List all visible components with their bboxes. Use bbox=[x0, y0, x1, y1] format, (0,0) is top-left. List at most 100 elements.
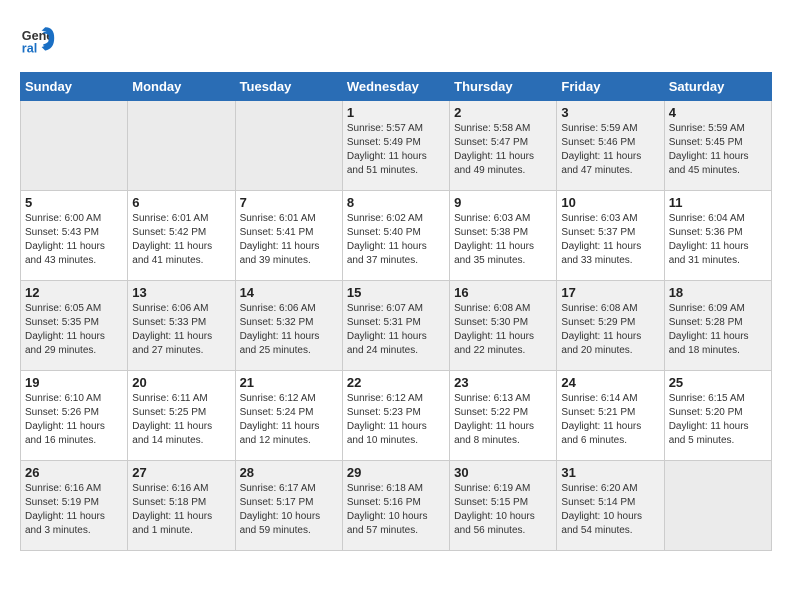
day-number: 18 bbox=[669, 285, 767, 300]
weekday-header-wednesday: Wednesday bbox=[342, 73, 449, 101]
day-number: 28 bbox=[240, 465, 338, 480]
day-number: 20 bbox=[132, 375, 230, 390]
day-info: Sunrise: 6:01 AM Sunset: 5:41 PM Dayligh… bbox=[240, 212, 338, 268]
calendar-week-row: 5 Sunrise: 6:00 AM Sunset: 5:43 PM Daylig… bbox=[21, 191, 772, 281]
day-number: 25 bbox=[669, 375, 767, 390]
day-info: Sunrise: 5:59 AM Sunset: 5:46 PM Dayligh… bbox=[561, 122, 659, 178]
calendar-cell: 25 Sunrise: 6:15 AM Sunset: 5:20 PM Dayli… bbox=[664, 371, 771, 461]
day-number: 17 bbox=[561, 285, 659, 300]
logo-icon: Gene ral bbox=[20, 20, 56, 56]
calendar-cell: 8 Sunrise: 6:02 AM Sunset: 5:40 PM Daylig… bbox=[342, 191, 449, 281]
day-info: Sunrise: 6:16 AM Sunset: 5:19 PM Dayligh… bbox=[25, 482, 123, 538]
calendar-cell: 31Sunrise: 6:20 AM Sunset: 5:14 PM Dayli… bbox=[557, 461, 664, 551]
calendar-cell bbox=[664, 461, 771, 551]
day-info: Sunrise: 6:10 AM Sunset: 5:26 PM Dayligh… bbox=[25, 392, 123, 448]
day-number: 31 bbox=[561, 465, 659, 480]
day-number: 5 bbox=[25, 195, 123, 210]
calendar-cell: 11 Sunrise: 6:04 AM Sunset: 5:36 PM Dayli… bbox=[664, 191, 771, 281]
calendar-cell: 21 Sunrise: 6:12 AM Sunset: 5:24 PM Dayli… bbox=[235, 371, 342, 461]
day-number: 27 bbox=[132, 465, 230, 480]
day-number: 9 bbox=[454, 195, 552, 210]
svg-text:ral: ral bbox=[22, 41, 37, 55]
calendar-cell bbox=[235, 101, 342, 191]
day-number: 22 bbox=[347, 375, 445, 390]
weekday-header-saturday: Saturday bbox=[664, 73, 771, 101]
calendar-cell: 9 Sunrise: 6:03 AM Sunset: 5:38 PM Daylig… bbox=[450, 191, 557, 281]
calendar-cell: 2 Sunrise: 5:58 AM Sunset: 5:47 PM Daylig… bbox=[450, 101, 557, 191]
day-info: Sunrise: 5:57 AM Sunset: 5:49 PM Dayligh… bbox=[347, 122, 445, 178]
day-number: 11 bbox=[669, 195, 767, 210]
day-number: 4 bbox=[669, 105, 767, 120]
calendar-cell: 1 Sunrise: 5:57 AM Sunset: 5:49 PM Daylig… bbox=[342, 101, 449, 191]
calendar-cell: 16 Sunrise: 6:08 AM Sunset: 5:30 PM Dayli… bbox=[450, 281, 557, 371]
page-header: Gene ral bbox=[20, 20, 772, 56]
logo: Gene ral bbox=[20, 20, 60, 56]
calendar-cell: 24 Sunrise: 6:14 AM Sunset: 5:21 PM Dayli… bbox=[557, 371, 664, 461]
day-number: 15 bbox=[347, 285, 445, 300]
weekday-header-monday: Monday bbox=[128, 73, 235, 101]
day-number: 21 bbox=[240, 375, 338, 390]
weekday-header-sunday: Sunday bbox=[21, 73, 128, 101]
calendar-week-row: 1 Sunrise: 5:57 AM Sunset: 5:49 PM Daylig… bbox=[21, 101, 772, 191]
calendar-week-row: 12 Sunrise: 6:05 AM Sunset: 5:35 PM Dayli… bbox=[21, 281, 772, 371]
calendar-cell: 30Sunrise: 6:19 AM Sunset: 5:15 PM Dayli… bbox=[450, 461, 557, 551]
day-info: Sunrise: 6:16 AM Sunset: 5:18 PM Dayligh… bbox=[132, 482, 230, 538]
day-number: 24 bbox=[561, 375, 659, 390]
day-info: Sunrise: 6:06 AM Sunset: 5:33 PM Dayligh… bbox=[132, 302, 230, 358]
calendar-cell: 10 Sunrise: 6:03 AM Sunset: 5:37 PM Dayli… bbox=[557, 191, 664, 281]
calendar-cell: 13 Sunrise: 6:06 AM Sunset: 5:33 PM Dayli… bbox=[128, 281, 235, 371]
calendar-cell: 6Sunrise: 6:01 AM Sunset: 5:42 PM Daylig… bbox=[128, 191, 235, 281]
day-info: Sunrise: 6:08 AM Sunset: 5:30 PM Dayligh… bbox=[454, 302, 552, 358]
day-info: Sunrise: 6:17 AM Sunset: 5:17 PM Dayligh… bbox=[240, 482, 338, 538]
day-number: 3 bbox=[561, 105, 659, 120]
day-info: Sunrise: 6:12 AM Sunset: 5:24 PM Dayligh… bbox=[240, 392, 338, 448]
day-info: Sunrise: 6:03 AM Sunset: 5:38 PM Dayligh… bbox=[454, 212, 552, 268]
calendar-cell: 3 Sunrise: 5:59 AM Sunset: 5:46 PM Daylig… bbox=[557, 101, 664, 191]
day-info: Sunrise: 6:13 AM Sunset: 5:22 PM Dayligh… bbox=[454, 392, 552, 448]
calendar-cell: 19Sunrise: 6:10 AM Sunset: 5:26 PM Dayli… bbox=[21, 371, 128, 461]
weekday-header-thursday: Thursday bbox=[450, 73, 557, 101]
day-number: 16 bbox=[454, 285, 552, 300]
day-number: 8 bbox=[347, 195, 445, 210]
calendar-cell: 17 Sunrise: 6:08 AM Sunset: 5:29 PM Dayli… bbox=[557, 281, 664, 371]
calendar-cell: 18Sunrise: 6:09 AM Sunset: 5:28 PM Dayli… bbox=[664, 281, 771, 371]
day-info: Sunrise: 6:06 AM Sunset: 5:32 PM Dayligh… bbox=[240, 302, 338, 358]
calendar-cell: 28 Sunrise: 6:17 AM Sunset: 5:17 PM Dayli… bbox=[235, 461, 342, 551]
calendar-cell: 14 Sunrise: 6:06 AM Sunset: 5:32 PM Dayli… bbox=[235, 281, 342, 371]
calendar-cell bbox=[128, 101, 235, 191]
day-info: Sunrise: 5:58 AM Sunset: 5:47 PM Dayligh… bbox=[454, 122, 552, 178]
weekday-header-row: SundayMondayTuesdayWednesdayThursdayFrid… bbox=[21, 73, 772, 101]
day-number: 12 bbox=[25, 285, 123, 300]
calendar: SundayMondayTuesdayWednesdayThursdayFrid… bbox=[20, 72, 772, 551]
day-number: 14 bbox=[240, 285, 338, 300]
day-info: Sunrise: 6:01 AM Sunset: 5:42 PM Dayligh… bbox=[132, 212, 230, 268]
day-number: 13 bbox=[132, 285, 230, 300]
day-number: 7 bbox=[240, 195, 338, 210]
day-number: 10 bbox=[561, 195, 659, 210]
day-info: Sunrise: 6:15 AM Sunset: 5:20 PM Dayligh… bbox=[669, 392, 767, 448]
day-info: Sunrise: 6:07 AM Sunset: 5:31 PM Dayligh… bbox=[347, 302, 445, 358]
calendar-cell: 22 Sunrise: 6:12 AM Sunset: 5:23 PM Dayli… bbox=[342, 371, 449, 461]
calendar-cell: 7 Sunrise: 6:01 AM Sunset: 5:41 PM Daylig… bbox=[235, 191, 342, 281]
weekday-header-friday: Friday bbox=[557, 73, 664, 101]
day-number: 2 bbox=[454, 105, 552, 120]
day-info: Sunrise: 5:59 AM Sunset: 5:45 PM Dayligh… bbox=[669, 122, 767, 178]
day-info: Sunrise: 6:05 AM Sunset: 5:35 PM Dayligh… bbox=[25, 302, 123, 358]
calendar-cell: 4 Sunrise: 5:59 AM Sunset: 5:45 PM Daylig… bbox=[664, 101, 771, 191]
day-info: Sunrise: 6:04 AM Sunset: 5:36 PM Dayligh… bbox=[669, 212, 767, 268]
day-info: Sunrise: 6:03 AM Sunset: 5:37 PM Dayligh… bbox=[561, 212, 659, 268]
day-number: 29 bbox=[347, 465, 445, 480]
day-number: 1 bbox=[347, 105, 445, 120]
calendar-cell: 23Sunrise: 6:13 AM Sunset: 5:22 PM Dayli… bbox=[450, 371, 557, 461]
day-info: Sunrise: 6:12 AM Sunset: 5:23 PM Dayligh… bbox=[347, 392, 445, 448]
calendar-cell bbox=[21, 101, 128, 191]
day-info: Sunrise: 6:08 AM Sunset: 5:29 PM Dayligh… bbox=[561, 302, 659, 358]
calendar-cell: 20Sunrise: 6:11 AM Sunset: 5:25 PM Dayli… bbox=[128, 371, 235, 461]
calendar-cell: 12 Sunrise: 6:05 AM Sunset: 5:35 PM Dayli… bbox=[21, 281, 128, 371]
day-info: Sunrise: 6:02 AM Sunset: 5:40 PM Dayligh… bbox=[347, 212, 445, 268]
day-info: Sunrise: 6:18 AM Sunset: 5:16 PM Dayligh… bbox=[347, 482, 445, 538]
day-number: 26 bbox=[25, 465, 123, 480]
day-number: 30 bbox=[454, 465, 552, 480]
day-info: Sunrise: 6:00 AM Sunset: 5:43 PM Dayligh… bbox=[25, 212, 123, 268]
day-info: Sunrise: 6:14 AM Sunset: 5:21 PM Dayligh… bbox=[561, 392, 659, 448]
